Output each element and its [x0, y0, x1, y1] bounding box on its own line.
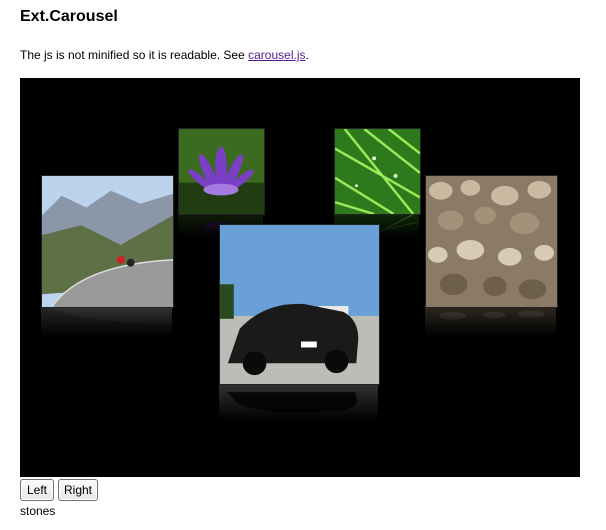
description-suffix: . — [305, 48, 309, 62]
cyclists-reflection — [41, 308, 172, 353]
stones-reflection — [425, 308, 556, 353]
stones-image[interactable] — [425, 175, 558, 308]
carousel-item-cyclists[interactable] — [41, 175, 174, 353]
carousel-stage — [20, 78, 580, 477]
carousel-item-car[interactable] — [219, 224, 380, 440]
car-reflection — [219, 385, 378, 440]
carousel-item-stones[interactable] — [425, 175, 558, 353]
cyclists-image[interactable] — [41, 175, 174, 308]
carousel-item-lotus[interactable] — [178, 128, 265, 250]
current-image-caption: stones — [20, 504, 56, 518]
page-title: Ext.Carousel — [20, 8, 118, 25]
left-button[interactable]: Left — [20, 479, 54, 501]
grass-image[interactable] — [334, 128, 421, 215]
page-description: The js is not minified so it is readable… — [20, 48, 309, 62]
carousel-item-grass[interactable] — [334, 128, 421, 250]
description-text: The js is not minified so it is readable… — [20, 48, 249, 62]
lotus-image[interactable] — [178, 128, 265, 215]
carousel-js-link[interactable]: carousel.js — [248, 48, 305, 62]
car-image[interactable] — [219, 224, 380, 385]
right-button[interactable]: Right — [58, 479, 98, 501]
